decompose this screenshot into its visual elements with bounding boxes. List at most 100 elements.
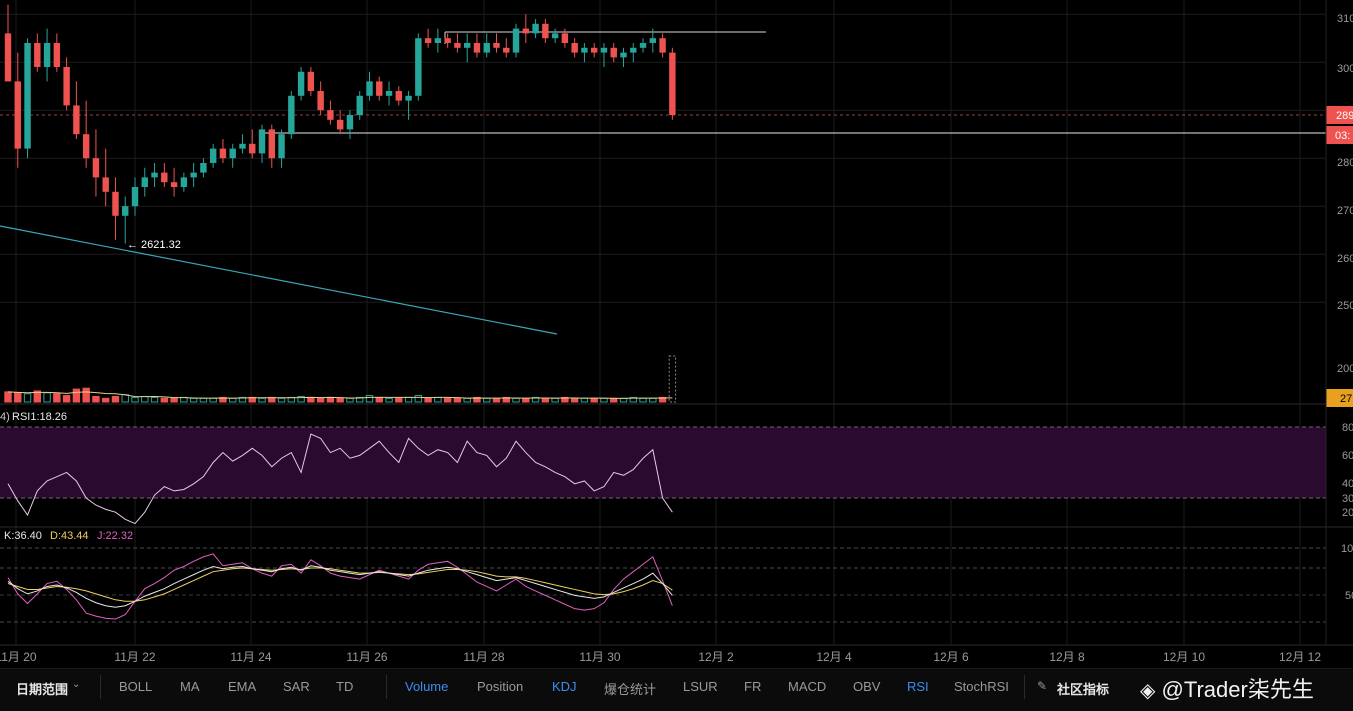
volume-bar xyxy=(668,355,677,403)
volume-bar xyxy=(4,391,12,403)
edit-icon[interactable]: ✎ xyxy=(1037,679,1047,693)
price-axis-label: 260 xyxy=(1337,253,1353,265)
indicator-rsi[interactable]: RSI xyxy=(907,679,929,694)
indicator-position[interactable]: Position xyxy=(477,679,523,694)
low-price-annotation: ← 2621.32 xyxy=(127,239,181,251)
candle-body xyxy=(503,47,510,53)
volume-bar xyxy=(453,397,462,403)
volume-bar xyxy=(512,397,520,403)
candle-body xyxy=(4,33,12,82)
candle-body xyxy=(219,148,227,159)
x-axis-tick-label: 12月 12 xyxy=(1279,650,1321,664)
indicator-lsur[interactable]: LSUR xyxy=(683,679,718,694)
candle-body xyxy=(415,38,422,96)
volume-bar xyxy=(385,397,393,403)
toolbar-divider xyxy=(386,675,387,699)
indicator-volume[interactable]: Volume xyxy=(405,679,448,694)
candle-body xyxy=(463,43,471,48)
x-axis-tick-label: 12月 4 xyxy=(816,650,852,664)
volume-bar xyxy=(541,397,550,403)
indicator-sar[interactable]: SAR xyxy=(283,679,310,694)
candle-body xyxy=(209,148,217,163)
indicator-ma[interactable]: MA xyxy=(180,679,200,694)
toolbar-divider xyxy=(100,675,101,699)
rsi-axis-label: 60 xyxy=(1342,450,1353,462)
kdj-k-line xyxy=(7,565,673,608)
candle-body xyxy=(346,115,354,130)
candle-body xyxy=(34,43,41,67)
volume-ma-line xyxy=(7,391,673,399)
rsi-prefix: 4) xyxy=(0,411,10,423)
candle-body xyxy=(620,52,627,58)
volume-bar xyxy=(160,397,169,403)
candle-body xyxy=(82,134,90,159)
candle-body xyxy=(170,182,178,187)
candle-body xyxy=(659,38,666,53)
price-axis-label: 270 xyxy=(1337,205,1353,217)
kdj-j-line xyxy=(7,553,673,620)
indicator-obv[interactable]: OBV xyxy=(853,679,880,694)
candle-body xyxy=(327,110,334,120)
date-range-button[interactable]: 日期范围 xyxy=(16,679,68,698)
trend-line xyxy=(0,225,558,335)
volume-bar xyxy=(492,397,501,403)
indicator-ema[interactable]: EMA xyxy=(228,679,256,694)
toolbar-divider xyxy=(1024,675,1025,699)
kdj-axis-label: 100 xyxy=(1341,543,1353,555)
candle-body xyxy=(630,47,637,53)
candle-body xyxy=(542,23,549,39)
candle-body xyxy=(366,81,373,96)
indicator-fr[interactable]: FR xyxy=(744,679,761,694)
kdj-axis-label: 50 xyxy=(1345,590,1353,602)
volume-bar xyxy=(189,397,198,403)
volume-bar xyxy=(150,396,159,403)
volume-bar xyxy=(307,396,315,403)
volume-bar xyxy=(414,395,423,403)
volume-bar xyxy=(199,397,208,403)
candle-body xyxy=(424,38,432,43)
x-axis-tick-label: 12月 2 xyxy=(698,650,734,664)
candle-body xyxy=(336,119,344,130)
volume-bar xyxy=(434,396,442,403)
candle-body xyxy=(581,47,588,53)
chart-canvas[interactable]: ← 2621.32 310 300 280 270 260 250 289 03: 200 27 4)… xyxy=(0,0,1353,711)
candle-body xyxy=(639,43,647,48)
indicator-liquidation[interactable]: 爆仓统计 xyxy=(604,679,656,698)
indicator-boll[interactable]: BOLL xyxy=(119,679,152,694)
candle-body xyxy=(73,105,80,135)
indicator-td[interactable]: TD xyxy=(336,679,353,694)
candle-body xyxy=(288,95,295,135)
community-indicators-button[interactable]: 社区指标 xyxy=(1057,679,1109,698)
indicator-stochrsi[interactable]: StochRSI xyxy=(954,679,1009,694)
x-axis-tick-label: 11月 24 xyxy=(230,650,271,664)
volume-bar xyxy=(92,395,100,403)
volume-bar xyxy=(141,395,149,403)
watermark-text: @Trader柒先生 xyxy=(1161,677,1314,702)
candle-body xyxy=(92,158,100,178)
candle-body xyxy=(249,143,256,154)
rsi-axis-label: 20 xyxy=(1342,507,1353,519)
candle-body xyxy=(161,172,168,183)
chevron-down-icon[interactable]: ⌄ xyxy=(72,679,80,690)
x-axis-tick-label: 11月 20 xyxy=(0,650,37,664)
volume-bar xyxy=(443,397,452,403)
volume-bar xyxy=(277,397,286,403)
candle-body xyxy=(571,43,578,53)
volume-bar xyxy=(600,397,608,403)
candle-body xyxy=(180,177,188,187)
candle-body xyxy=(532,23,539,34)
candle-body xyxy=(190,172,197,178)
x-axis-tick-label: 12月 6 xyxy=(933,650,969,664)
volume-bar xyxy=(346,397,354,403)
volume-bar xyxy=(463,397,471,403)
volume-bar xyxy=(209,397,217,403)
volume-bar xyxy=(326,396,335,403)
volume-bar xyxy=(170,397,178,403)
candle-body xyxy=(356,95,363,115)
rsi-band xyxy=(0,427,1326,498)
indicator-kdj[interactable]: KDJ xyxy=(552,679,577,694)
candle-body xyxy=(591,47,598,53)
candle-body xyxy=(268,129,275,159)
indicator-macd[interactable]: MACD xyxy=(788,679,826,694)
candle-body xyxy=(483,43,490,53)
